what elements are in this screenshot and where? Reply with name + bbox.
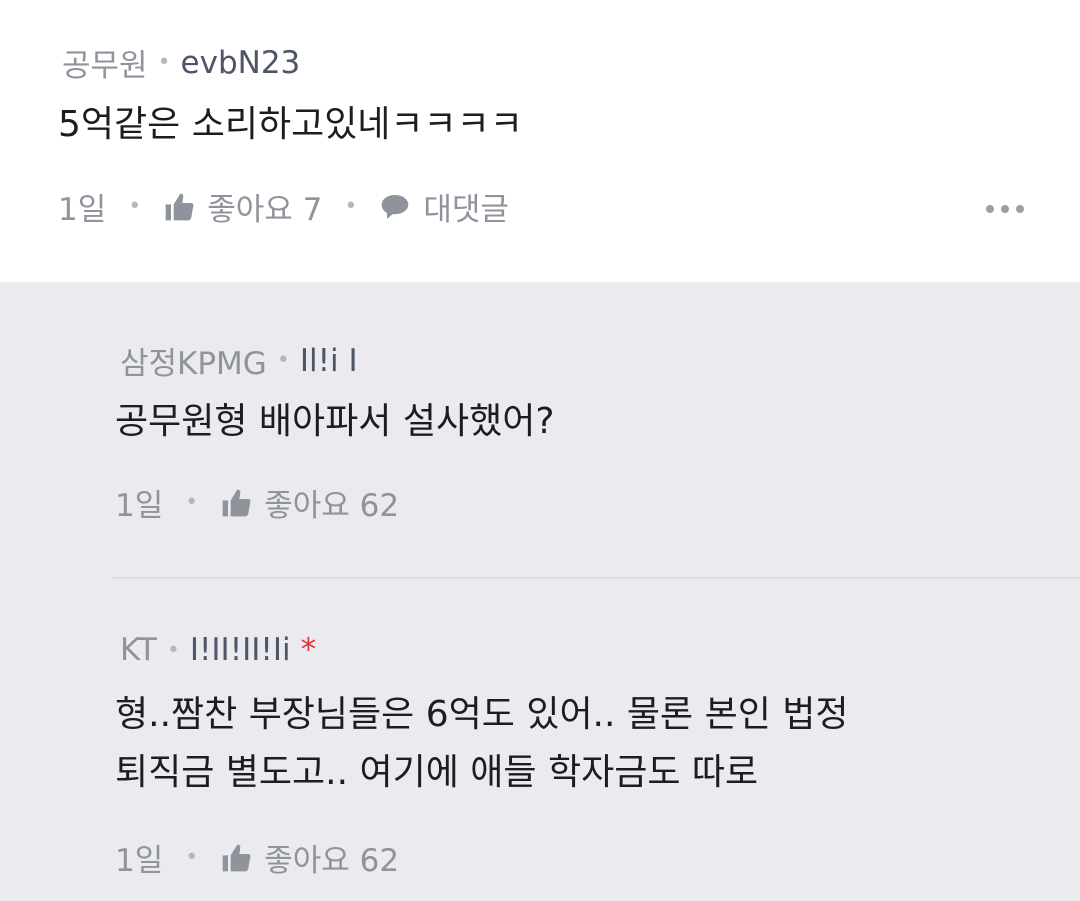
nickname[interactable]: I!II!II!Ii (190, 632, 291, 668)
like-label: 좋아요 62 (264, 488, 400, 524)
meta-separator: • (157, 50, 171, 75)
reply-meta: KT • I!II!II!Ii * (120, 632, 316, 668)
badge-star: * (300, 632, 317, 668)
comment-meta: 공무원 • evbN23 (62, 40, 300, 85)
like-button[interactable]: 좋아요 62 (220, 835, 399, 880)
like-label: 좋아요 62 (264, 843, 400, 879)
reply-time: 1일 (115, 488, 164, 524)
company-name[interactable]: KT (120, 632, 157, 668)
company-name[interactable]: 공무원 (62, 40, 148, 85)
nickname[interactable]: Il!i I (300, 343, 358, 379)
reply-text-line: 퇴직금 별도고.. 여기에 애들 학자금도 따로 (115, 752, 759, 793)
action-separator: • (185, 490, 199, 515)
comment-actions: 1일 • 좋아요 7 • 대댓글 (58, 184, 509, 229)
like-button[interactable]: 좋아요 7 (163, 184, 322, 229)
action-separator: • (344, 194, 358, 219)
comment: 공무원 • evbN23 5억같은 소리하고있네ㅋㅋㅋㅋ 1일 • 좋아요 7 … (0, 0, 1080, 282)
thumbs-up-icon (220, 842, 252, 874)
like-label: 좋아요 7 (207, 192, 323, 228)
replies-section: 삼정KPMG • Il!i I 공무원형 배아파서 설사했어? 1일 • 좋아요… (0, 282, 1080, 901)
more-dots-icon[interactable] (986, 205, 1024, 213)
thumbs-up-icon (220, 487, 252, 519)
reply-meta: 삼정KPMG • Il!i I (120, 338, 358, 383)
divider (113, 577, 1080, 579)
reply-text: 형..짬찬 부장님들은 6억도 있어.. 물론 본인 법정 퇴직금 별도고.. … (115, 686, 849, 802)
comment-time: 1일 (58, 192, 107, 228)
reply-button[interactable]: 대댓글 (379, 184, 509, 229)
reply-actions: 1일 • 좋아요 62 (115, 835, 399, 880)
reply-text-line: 형..짬찬 부장님들은 6억도 있어.. 물론 본인 법정 (115, 694, 849, 735)
reply-time: 1일 (115, 843, 164, 879)
thumbs-up-icon (163, 191, 195, 223)
comment-text: 5억같은 소리하고있네ㅋㅋㅋㅋ (58, 104, 523, 145)
speech-bubble-icon (379, 191, 411, 223)
like-button[interactable]: 좋아요 62 (220, 480, 399, 525)
action-separator: • (185, 845, 199, 870)
reply-actions: 1일 • 좋아요 62 (115, 480, 399, 525)
meta-separator: • (166, 637, 180, 663)
reply-text: 공무원형 배아파서 설사했어? (115, 401, 555, 442)
meta-separator: • (276, 348, 290, 373)
reply-label: 대댓글 (423, 192, 509, 228)
action-separator: • (128, 194, 142, 219)
company-name[interactable]: 삼정KPMG (120, 338, 267, 383)
nickname[interactable]: evbN23 (181, 45, 301, 81)
